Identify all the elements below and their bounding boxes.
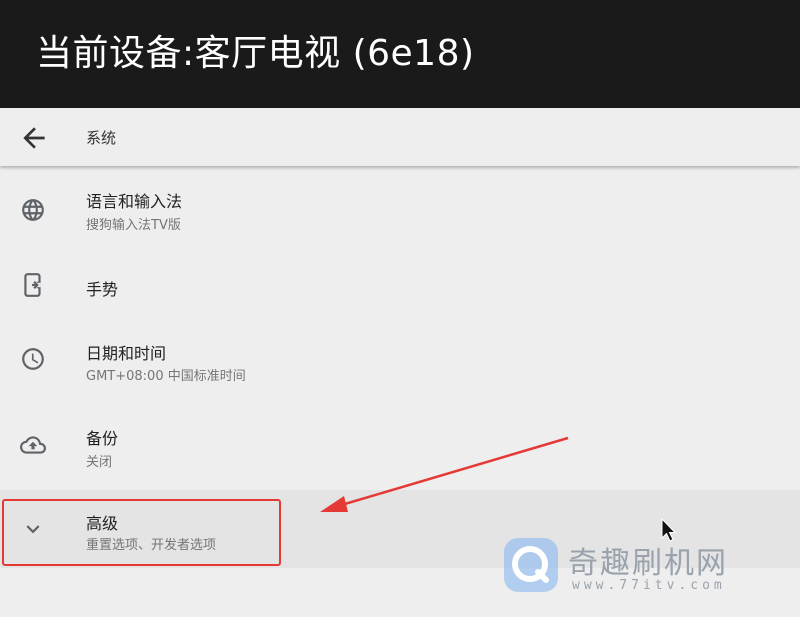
app-header: 当前设备:客厅电视 (6e18) bbox=[0, 0, 800, 108]
watermark-brand: 奇趣刷机网 bbox=[568, 546, 728, 581]
item-title: 语言和输入法 bbox=[86, 192, 183, 211]
page-title: 系统 bbox=[86, 129, 117, 147]
list-item-gestures[interactable]: 手势 bbox=[0, 250, 800, 320]
clock-icon bbox=[22, 348, 44, 370]
watermark-url: www.77itv.com bbox=[572, 578, 726, 593]
phone-gesture-icon bbox=[24, 273, 41, 297]
item-title: 日期和时间 bbox=[86, 344, 167, 363]
annotation-highlight-box bbox=[2, 499, 281, 566]
settings-toolbar: 系统 bbox=[0, 108, 800, 166]
item-title: 手势 bbox=[86, 280, 119, 299]
globe-icon bbox=[22, 199, 44, 221]
arrow-back-icon bbox=[23, 127, 45, 149]
cloud-upload-icon bbox=[20, 436, 46, 454]
item-summary: GMT+08:00 中国标准时间 bbox=[86, 369, 246, 384]
device-title: 当前设备:客厅电视 (6e18) bbox=[36, 33, 475, 74]
item-summary: 搜狗输入法TV版 bbox=[86, 218, 181, 233]
list-item-date-time[interactable]: 日期和时间 GMT+08:00 中国标准时间 bbox=[0, 326, 800, 406]
list-item-backup[interactable]: 备份 关闭 bbox=[0, 410, 800, 490]
item-summary: 关闭 bbox=[86, 455, 113, 470]
list-item-language[interactable]: 语言和输入法 搜狗输入法TV版 bbox=[0, 170, 800, 250]
watermark-logo-icon bbox=[504, 538, 558, 592]
back-button[interactable] bbox=[18, 122, 50, 154]
item-title: 备份 bbox=[86, 429, 119, 448]
watermark: 奇趣刷机网 www.77itv.com bbox=[502, 536, 762, 598]
